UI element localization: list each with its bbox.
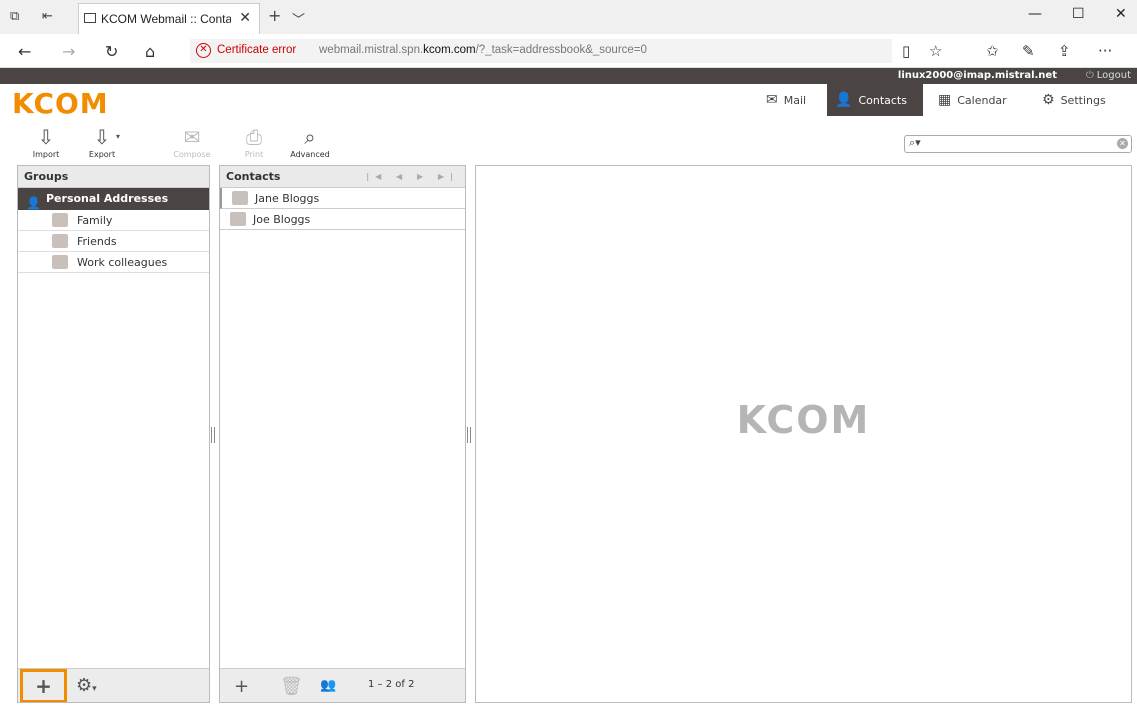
certificate-error-label[interactable]: Certificate error [217, 44, 296, 56]
contact-row[interactable]: Jane Bloggs [220, 188, 465, 209]
logout-link[interactable]: ⏻ Logout [1086, 70, 1131, 81]
group-icon [52, 255, 68, 269]
contact-icon [232, 191, 248, 205]
group-icon [52, 234, 68, 248]
quick-search[interactable]: ⌕▾ ✕ [904, 135, 1132, 153]
power-icon: ⏻ [1085, 70, 1094, 81]
app-header: KCOM ✉ Mail 👤 Contacts ▦ Calendar ⚙ Settings [0, 84, 1137, 120]
mail-icon: ✉ [766, 92, 778, 108]
calendar-icon: ▦ [938, 92, 952, 108]
import-icon: ⇩ [37, 125, 55, 149]
tab-title: KCOM Webmail :: Conta [101, 12, 231, 26]
tab-close-icon[interactable]: ✕ [239, 10, 251, 26]
search-input[interactable] [931, 137, 1106, 151]
groups-splitter[interactable] [211, 427, 215, 443]
tab-settings[interactable]: ⚙ Settings [1034, 84, 1114, 116]
search-icon: ⌕ [304, 125, 316, 149]
home-icon[interactable]: ⌂ [145, 42, 155, 61]
browser-tab-bar: ⧉ ⇤ KCOM Webmail :: Conta ✕ + ﹀ — ☐ ✕ [0, 0, 1137, 34]
group-work-colleagues[interactable]: Work colleagues [18, 252, 209, 273]
search-clear-icon[interactable]: ✕ [1117, 138, 1128, 149]
groups-footer: + ⚙▾ [18, 668, 209, 702]
contact-details-panel: KCOM [475, 165, 1132, 703]
groups-header: Groups [18, 166, 209, 188]
contact-group-icon[interactable]: 👥 [320, 678, 336, 693]
favorite-star-icon[interactable]: ☆ [929, 42, 942, 60]
group-family[interactable]: Family [18, 210, 209, 231]
export-button[interactable]: ⇩ Export ▾ [78, 126, 126, 159]
group-options-gear-icon[interactable]: ⚙▾ [76, 675, 97, 696]
export-dropdown-icon[interactable]: ▾ [116, 132, 120, 141]
print-button[interactable]: ⎙ Print [230, 126, 278, 159]
tab-calendar[interactable]: ▦ Calendar [930, 84, 1015, 116]
reading-view-icon[interactable]: ▯ [902, 42, 910, 60]
delete-contact-trash-icon[interactable]: 🗑 [280, 676, 303, 697]
forward-icon[interactable]: → [62, 42, 75, 61]
groups-panel: Groups 👤 Personal Addresses Family Frien… [17, 165, 210, 703]
compose-button[interactable]: ✉ Compose [168, 126, 216, 159]
tab-contacts[interactable]: 👤 Contacts [827, 84, 923, 116]
share-icon[interactable]: ⇪ [1058, 42, 1071, 60]
browser-tab[interactable]: KCOM Webmail :: Conta ✕ [78, 3, 260, 34]
user-email: linux2000@imap.mistral.net [897, 70, 1057, 81]
set-aside-tabs-icon[interactable]: ⇤ [42, 9, 53, 24]
contacts-icon: 👤 [835, 92, 853, 108]
group-friends[interactable]: Friends [18, 231, 209, 252]
compose-icon: ✉ [183, 125, 201, 149]
contacts-header: Contacts |◀ ◀ ▶ ▶| [220, 166, 465, 188]
print-icon: ⎙ [246, 125, 262, 149]
contacts-count: 1 – 2 of 2 [368, 679, 415, 690]
add-group-button[interactable]: + [20, 669, 67, 702]
contacts-panel: Contacts |◀ ◀ ▶ ▶| Jane Bloggs Joe Blogg… [219, 165, 466, 703]
toolbar: ⇩ Import ⇩ Export ▾ ✉ Compose ⎙ Print ⌕ … [0, 120, 1137, 164]
url-field[interactable]: ✕ Certificate error webmail.mistral.spn.… [190, 39, 892, 63]
user-bar: linux2000@imap.mistral.net ⏻ Logout [0, 68, 1137, 84]
search-options-icon[interactable]: ⌕▾ [909, 136, 921, 150]
gear-icon: ⚙ [1042, 92, 1055, 108]
pager-icons[interactable]: |◀ ◀ ▶ ▶| [366, 166, 459, 188]
group-icon [52, 213, 68, 227]
minimize-icon[interactable]: — [1028, 6, 1042, 22]
favorites-hub-icon[interactable]: ✩ [986, 42, 999, 60]
kcom-watermark-logo: KCOM [736, 398, 871, 442]
maximize-icon[interactable]: ☐ [1072, 6, 1085, 22]
more-icon[interactable]: ··· [1098, 42, 1112, 60]
new-tab-button[interactable]: + [268, 6, 281, 25]
refresh-icon[interactable]: ↻ [105, 42, 118, 61]
kcom-logo: KCOM [12, 87, 109, 120]
contacts-splitter[interactable] [467, 427, 471, 443]
pen-icon[interactable]: ✎ [1022, 42, 1035, 60]
address-bar: ← → ↻ ⌂ ✕ Certificate error webmail.mist… [0, 34, 1137, 68]
add-contact-button[interactable]: + [234, 676, 249, 697]
certificate-error-icon[interactable]: ✕ [196, 43, 211, 58]
contacts-footer: + 🗑 👥 1 – 2 of 2 [220, 668, 465, 702]
import-button[interactable]: ⇩ Import [22, 126, 70, 159]
tab-list-icon[interactable]: ⧉ [10, 9, 19, 24]
tab-mail[interactable]: ✉ Mail [758, 84, 814, 116]
contact-row[interactable]: Joe Bloggs [220, 209, 465, 230]
page-icon [84, 13, 96, 23]
back-icon[interactable]: ← [18, 42, 31, 61]
advanced-search-button[interactable]: ⌕ Advanced [286, 126, 334, 159]
group-personal-addresses[interactable]: 👤 Personal Addresses [18, 188, 209, 210]
contact-icon [230, 212, 246, 226]
tab-menu-icon[interactable]: ﹀ [292, 9, 305, 28]
close-window-icon[interactable]: ✕ [1115, 6, 1127, 22]
url-text: webmail.mistral.spn.kcom.com/?_task=addr… [319, 44, 647, 56]
